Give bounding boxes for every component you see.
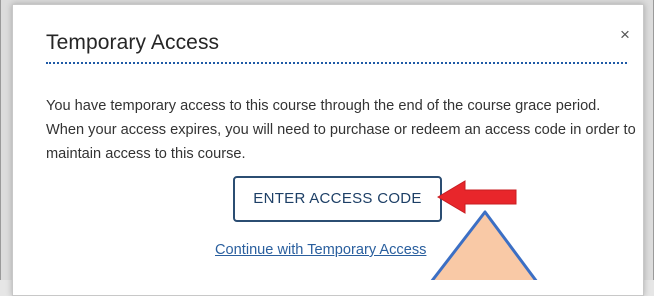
dialog-title: Temporary Access: [46, 31, 220, 54]
temporary-access-dialog: Temporary Access × You have temporary ac…: [12, 4, 644, 296]
continue-temporary-access-link[interactable]: Continue with Temporary Access: [215, 242, 426, 258]
close-icon[interactable]: ×: [615, 25, 635, 45]
title-divider: [46, 62, 627, 64]
dialog-message: You have temporary access to this course…: [46, 98, 636, 162]
enter-access-code-button[interactable]: ENTER ACCESS CODE: [233, 176, 442, 222]
